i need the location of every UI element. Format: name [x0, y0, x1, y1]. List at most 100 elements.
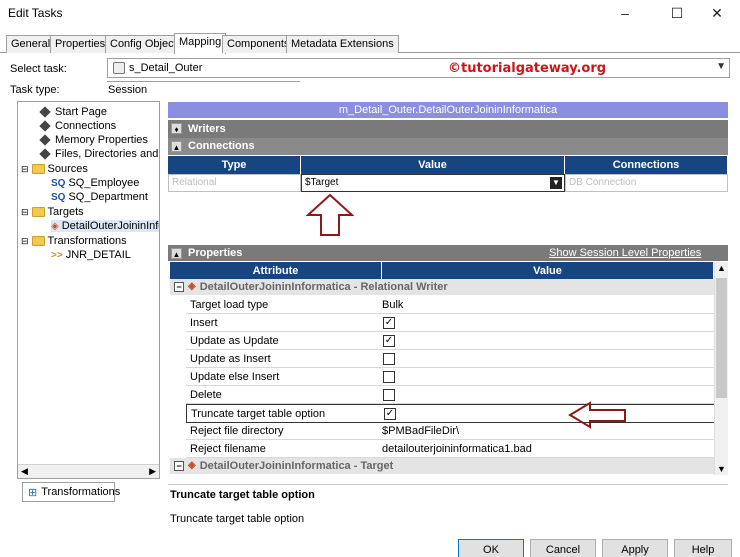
connection-type-cell: Relational: [168, 174, 301, 192]
delete-checkbox[interactable]: [383, 389, 395, 401]
properties-section[interactable]: ▲ Properties Show Session Level Properti…: [168, 245, 728, 261]
joiner-icon: >>: [51, 249, 63, 261]
diamond-icon: [39, 106, 51, 118]
window-title: Edit Tasks: [8, 6, 63, 20]
tree-item-start-page[interactable]: Start Page: [38, 106, 107, 118]
mapping-header: m_Detail_Outer.DetailOuterJoininInformat…: [168, 102, 728, 118]
collapse-icon[interactable]: ⊟: [21, 164, 29, 175]
tree-item-sq-department[interactable]: SQ SQ_Department: [51, 191, 148, 203]
up-arrow-annotation: [306, 193, 354, 236]
session-icon: [113, 62, 125, 74]
tree-item-transformations[interactable]: ⊟ Transformations: [21, 235, 127, 247]
collapse-icon[interactable]: −: [174, 282, 184, 292]
insert-checkbox[interactable]: ✓: [383, 317, 395, 329]
apply-button[interactable]: Apply: [602, 539, 668, 557]
property-row[interactable]: Insert ✓: [186, 314, 715, 332]
property-row[interactable]: Update else Insert: [186, 368, 715, 386]
scroll-left-icon[interactable]: ◀: [21, 466, 28, 477]
task-type-field: Session: [107, 81, 300, 97]
scroll-down-icon[interactable]: ▼: [717, 464, 726, 474]
cancel-button[interactable]: Cancel: [530, 539, 596, 557]
tree-item-connections[interactable]: Connections: [38, 120, 116, 132]
tab-metadata-extensions[interactable]: Metadata Extensions: [286, 35, 399, 53]
connections-section[interactable]: ▲ Connections: [168, 138, 728, 155]
close-button[interactable]: ✕: [694, 0, 740, 26]
tree-item-sq-employee[interactable]: SQ SQ_Employee: [51, 177, 139, 189]
scroll-right-icon[interactable]: ▶: [149, 466, 156, 477]
folder-icon: [31, 207, 45, 217]
task-type-value: Session: [108, 84, 148, 96]
tab-components[interactable]: Components: [222, 35, 295, 53]
select-task-dropdown[interactable]: s_Detail_Outer ©tutorialgateway.org ▼: [107, 58, 730, 78]
tree-item-files-directories[interactable]: Files, Directories and Com: [38, 148, 159, 160]
truncate-target-table-checkbox[interactable]: ✓: [384, 408, 396, 420]
select-task-value: s_Detail_Outer: [129, 62, 203, 74]
tree-item-memory-properties[interactable]: Memory Properties: [38, 134, 148, 146]
tree-item-jnr-detail[interactable]: >> JNR_DETAIL: [51, 249, 131, 261]
scroll-up-icon[interactable]: ▲: [717, 263, 726, 273]
source-qualifier-icon: SQ: [51, 177, 66, 189]
watermark: ©tutorialgateway.org: [448, 61, 607, 76]
property-row[interactable]: Reject file directory $PMBadFileDir\: [186, 422, 715, 440]
scrollbar-thumb[interactable]: [716, 278, 727, 398]
collapse-icon[interactable]: ⊟: [21, 207, 29, 218]
update-as-insert-checkbox[interactable]: [383, 353, 395, 365]
diamond-icon: [39, 148, 51, 160]
diamond-icon: [39, 120, 51, 132]
description-text: Truncate target table option: [170, 513, 305, 525]
value-column-header: Value: [301, 156, 565, 174]
property-row[interactable]: Reject filename detailouterjoininformatic…: [186, 440, 715, 458]
tree-item-targets[interactable]: ⊟ Targets: [21, 206, 84, 218]
expand-icon[interactable]: ♦: [171, 123, 182, 134]
ok-button[interactable]: OK: [458, 539, 524, 557]
value-column-header: Value: [382, 262, 714, 280]
update-as-update-checkbox[interactable]: ✓: [383, 335, 395, 347]
navigation-tree: Start Page Connections Memory Properties…: [17, 101, 160, 479]
collapse-icon[interactable]: −: [174, 461, 184, 471]
property-row[interactable]: Target load type Bulk: [186, 296, 715, 314]
target-icon: ◈: [188, 460, 196, 471]
collapse-icon[interactable]: ▲: [171, 248, 182, 259]
target-group[interactable]: − ◈ DetailOuterJoininInformatica - Targe…: [170, 458, 715, 474]
target-icon: ◈: [51, 220, 59, 232]
collapse-icon[interactable]: ⊟: [21, 236, 29, 247]
tab-properties[interactable]: Properties: [50, 35, 111, 53]
tree-item-target-detail[interactable]: ◈ DetailOuterJoininInfor: [51, 220, 159, 232]
tab-mapping[interactable]: Mapping: [174, 33, 227, 54]
title-bar: Edit Tasks – ☐ ✕: [0, 0, 740, 26]
attribute-column-header: Attribute: [170, 262, 382, 280]
description-title: Truncate target table option: [170, 489, 315, 501]
property-row[interactable]: Update as Update ✓: [186, 332, 715, 350]
left-arrow-annotation: [568, 401, 626, 429]
folder-icon: [31, 164, 45, 174]
property-row[interactable]: Truncate target table option ✓: [186, 404, 715, 423]
minimize-button[interactable]: –: [602, 0, 648, 26]
tab-config-object[interactable]: Config Object: [105, 35, 182, 53]
transformations-tab[interactable]: ⊞ Transformations: [22, 482, 120, 502]
tree-horizontal-scrollbar[interactable]: ◀ ▶: [18, 464, 159, 478]
browse-icon[interactable]: ▼: [550, 177, 562, 189]
help-button[interactable]: Help: [674, 539, 732, 557]
property-row[interactable]: Update as Insert: [186, 350, 715, 368]
tree-item-sources[interactable]: ⊟ Sources: [21, 163, 88, 175]
connection-value-field[interactable]: $Target ▼: [301, 174, 565, 192]
folder-icon: [31, 236, 45, 246]
tab-strip: General Properties Config Object Mapping…: [0, 33, 740, 54]
chevron-down-icon: ▼: [716, 61, 726, 72]
connections-column-header: Connections: [565, 156, 728, 174]
transformations-icon: ⊞: [28, 486, 38, 499]
property-row[interactable]: Delete: [186, 386, 715, 404]
task-type-label: Task type:: [10, 84, 60, 96]
writers-section[interactable]: ♦ Writers: [168, 120, 728, 138]
diamond-icon: [39, 134, 51, 146]
type-column-header: Type: [168, 156, 301, 174]
update-else-insert-checkbox[interactable]: [383, 371, 395, 383]
tab-general[interactable]: General: [6, 35, 56, 53]
relational-writer-group[interactable]: − ◈ DetailOuterJoininInformatica - Relat…: [170, 279, 715, 295]
show-session-level-properties-link[interactable]: Show Session Level Properties: [549, 245, 701, 261]
db-connection-cell: DB Connection: [565, 174, 728, 192]
source-qualifier-icon: SQ: [51, 191, 66, 203]
description-panel: Truncate target table option Truncate ta…: [168, 484, 728, 525]
select-task-label: Select task:: [10, 63, 67, 75]
collapse-icon[interactable]: ▲: [171, 141, 182, 152]
